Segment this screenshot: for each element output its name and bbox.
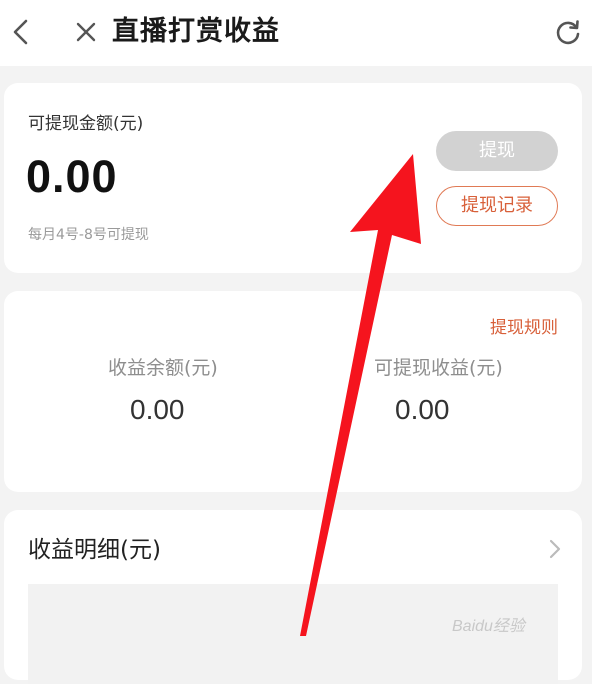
withdrawable-income-label: 可提现收益(元) — [374, 357, 503, 379]
top-bar: 直播打赏收益 — [0, 0, 592, 66]
income-summary-card: 提现规则 收益余额(元) 0.00 可提现收益(元) 0.00 — [4, 291, 582, 492]
withdraw-schedule-hint: 每月4号-8号可提现 — [28, 227, 149, 243]
refresh-icon — [556, 20, 580, 45]
chevron-left-icon — [13, 19, 28, 45]
withdraw-rules-link[interactable]: 提现规则 — [490, 313, 558, 338]
close-icon — [76, 22, 96, 42]
back-button[interactable] — [2, 14, 38, 50]
income-detail-card[interactable]: 收益明细(元) — [4, 510, 582, 684]
income-detail-title: 收益明细(元) — [28, 537, 161, 563]
withdraw-button[interactable]: 提现 — [436, 131, 558, 171]
watermark: Baidu经验 — [452, 618, 525, 635]
withdraw-card: 可提现金额(元) 0.00 每月4号-8号可提现 提现 提现记录 — [4, 83, 582, 273]
withdrawable-income-value: 0.00 — [395, 394, 450, 425]
close-button[interactable] — [68, 14, 104, 50]
chevron-right-icon — [548, 538, 562, 564]
withdraw-record-button[interactable]: 提现记录 — [436, 186, 558, 226]
income-balance-value: 0.00 — [130, 394, 185, 425]
withdrawable-amount-value: 0.00 — [26, 151, 118, 202]
withdrawable-amount-label: 可提现金额(元) — [28, 114, 144, 134]
income-balance-label: 收益余额(元) — [108, 357, 218, 379]
refresh-button[interactable] — [550, 14, 586, 50]
page-title: 直播打赏收益 — [112, 16, 280, 47]
